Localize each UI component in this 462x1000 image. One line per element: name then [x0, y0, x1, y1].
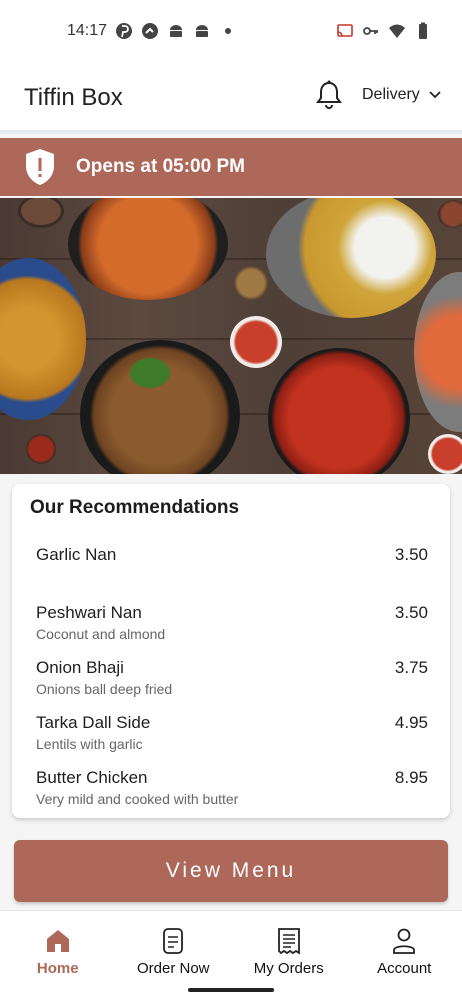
account-icon	[393, 928, 416, 954]
item-description: Onions ball deep fried	[36, 681, 173, 697]
recommendations-card: Our Recommendations Garlic Nan 3.50 Pesh…	[12, 484, 450, 818]
opening-time-banner: Opens at 05:00 PM	[0, 138, 462, 196]
android-icon	[196, 25, 208, 37]
battery-icon	[419, 22, 427, 39]
recommendation-item[interactable]: Butter Chicken Very mild and cooked with…	[36, 768, 428, 807]
view-menu-button[interactable]: View Menu	[14, 840, 448, 902]
nav-item-home[interactable]: Home	[0, 911, 116, 981]
home-icon	[46, 930, 69, 952]
hero-food-image	[0, 198, 462, 474]
status-icons-left	[115, 22, 237, 40]
app-title: Tiffin Box	[24, 84, 123, 111]
recommendation-item[interactable]: Peshwari Nan Coconut and almond 3.50	[36, 603, 428, 642]
chevron-down-icon	[429, 91, 441, 99]
wifi-icon	[389, 24, 405, 38]
item-name: Tarka Dall Side	[36, 713, 151, 732]
item-price: 3.50	[394, 603, 428, 622]
status-time: 14:17	[67, 22, 108, 39]
status-icons-right	[336, 22, 432, 40]
android-icon	[170, 25, 182, 37]
pinterest-icon	[116, 23, 132, 39]
item-price: 8.95	[394, 768, 428, 787]
nav-item-my-orders[interactable]: My Orders	[231, 911, 347, 981]
item-name: Butter Chicken	[36, 768, 148, 787]
recommendation-item[interactable]: Tarka Dall Side Lentils with garlic 4.95	[36, 713, 428, 752]
nav-item-account[interactable]: Account	[347, 911, 462, 981]
item-description: Coconut and almond	[36, 626, 166, 642]
recommendation-item[interactable]: Onion Bhaji Onions ball deep fried 3.75	[36, 658, 428, 697]
nav-item-order-now[interactable]: Order Now	[116, 911, 232, 981]
cast-icon	[337, 24, 353, 37]
shield-alert-icon	[26, 149, 54, 185]
status-bar: 14:17	[0, 0, 462, 64]
item-name: Peshwari Nan	[36, 603, 142, 622]
nav-label: Order Now	[136, 960, 210, 977]
bell-icon[interactable]	[316, 80, 342, 110]
nav-label: Account	[377, 960, 432, 977]
dot-icon	[225, 28, 231, 34]
system-navigation-bar	[0, 980, 462, 1000]
delivery-mode-label: Delivery	[362, 86, 420, 103]
key-icon	[363, 27, 378, 35]
order-icon	[163, 928, 184, 954]
recommendation-item[interactable]: Garlic Nan 3.50	[36, 545, 428, 568]
item-price: 4.95	[394, 713, 428, 732]
item-price: 3.50	[394, 545, 428, 564]
nav-label: Home	[36, 960, 79, 977]
item-description: Very mild and cooked with butter	[36, 791, 239, 807]
bottom-navigation: Home Order Now My Orders Account	[0, 910, 462, 981]
speed-icon	[142, 23, 158, 39]
home-indicator[interactable]	[188, 988, 274, 992]
delivery-mode-select[interactable]: Delivery	[362, 86, 442, 104]
recommendations-title: Our Recommendations	[30, 497, 240, 518]
item-description: Lentils with garlic	[36, 736, 143, 752]
nav-label: My Orders	[253, 960, 324, 977]
item-price: 3.75	[394, 658, 428, 677]
item-name: Garlic Nan	[36, 545, 117, 564]
receipt-icon	[277, 928, 300, 955]
app-header: Tiffin Box Delivery	[0, 64, 462, 134]
item-name: Onion Bhaji	[36, 658, 124, 677]
banner-text: Opens at 05:00 PM	[76, 156, 245, 177]
